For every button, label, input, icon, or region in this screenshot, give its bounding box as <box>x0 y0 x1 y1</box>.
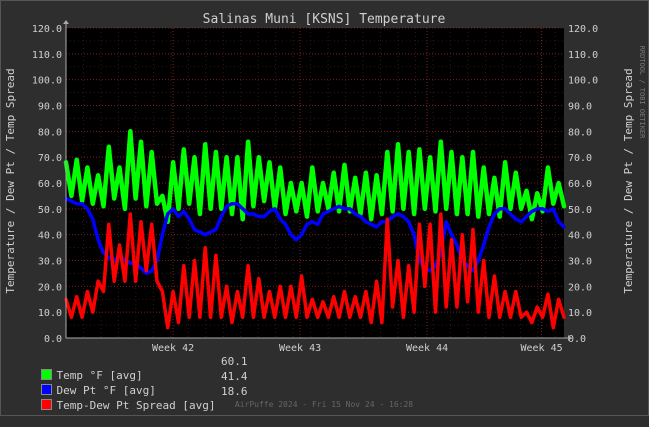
chart-title: Salinas Muni [KSNS] Temperature <box>203 12 446 27</box>
y-tick-label-right: 110.0 <box>568 50 598 61</box>
y-tick-label-right: 0.0 <box>568 334 586 345</box>
footer-timestamp: AirPuffe 2024 - Fri 15 Nov 24 - 16:28 <box>235 400 413 409</box>
y-tick-label-left: 30.0 <box>38 257 62 268</box>
legend-item-spread: Temp-Dew Pt Spread [avg] 18.6 <box>14 385 248 427</box>
y-tick-label-left: 50.0 <box>38 205 62 216</box>
y-tick-label-right: 80.0 <box>568 127 592 138</box>
y-tick-label-left: 40.0 <box>38 231 62 242</box>
y-tick-label-left: 100.0 <box>32 76 62 87</box>
chart-container: Salinas Muni [KSNS] Temperature Temperat… <box>0 0 649 416</box>
x-tick-label: Week 45 <box>521 343 563 354</box>
dew-legend-value: 41.4 <box>221 370 248 383</box>
y-tick-label-right: 40.0 <box>568 231 592 242</box>
y-tick-label-right: 70.0 <box>568 153 592 164</box>
y-tick-label-left: 90.0 <box>38 102 62 113</box>
y-tick-label-left: 80.0 <box>38 127 62 138</box>
spread-legend-value: 18.6 <box>221 385 248 398</box>
y-tick-label-right: 90.0 <box>568 102 592 113</box>
y-tick-label-right: 30.0 <box>568 257 592 268</box>
spread-swatch <box>40 399 52 410</box>
y-tick-label-left: 70.0 <box>38 153 62 164</box>
y-tick-label-left: 60.0 <box>38 179 62 190</box>
y-tick-label-left: 110.0 <box>32 50 62 61</box>
y-tick-label-right: 20.0 <box>568 282 592 293</box>
y-tick-label-right: 60.0 <box>568 179 592 190</box>
y-tick-label-left: 20.0 <box>38 282 62 293</box>
spread-legend-label: Temp-Dew Pt Spread [avg] <box>56 399 216 412</box>
y-tick-label-left: 0.0 <box>44 334 62 345</box>
y-tick-label-right: 10.0 <box>568 308 592 319</box>
x-tick-label: Week 44 <box>406 343 448 354</box>
y-tick-label-right: 100.0 <box>568 76 598 87</box>
y-tick-label-right: 50.0 <box>568 205 592 216</box>
y-tick-label-right: 120.0 <box>568 24 598 35</box>
y-tick-label-left: 120.0 <box>32 24 62 35</box>
rrdtool-watermark: RRDTOOL / TOBI OETIKER <box>638 46 646 140</box>
temp-legend-value: 60.1 <box>221 355 248 368</box>
x-tick-label: Week 43 <box>279 343 321 354</box>
y-axis-label-left: Temperature / Dew Pt / Temp Spread <box>4 68 17 293</box>
temperature-chart: Salinas Muni [KSNS] Temperature Temperat… <box>0 0 649 416</box>
x-tick-label: Week 42 <box>152 343 194 354</box>
y-axis-label-right: Temperature / Dew Pt / Temp Spread <box>622 68 635 293</box>
y-tick-label-left: 10.0 <box>38 308 62 319</box>
